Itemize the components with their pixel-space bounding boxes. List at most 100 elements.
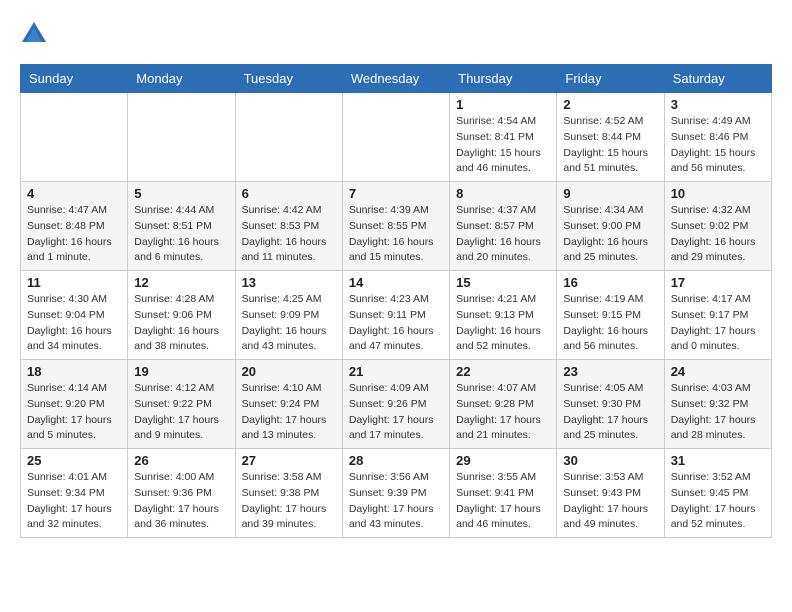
day-number: 19	[134, 364, 228, 379]
day-info: Sunrise: 3:55 AM Sunset: 9:41 PM Dayligh…	[456, 470, 550, 533]
day-number: 25	[27, 453, 121, 468]
day-info: Sunrise: 4:10 AM Sunset: 9:24 PM Dayligh…	[242, 381, 336, 444]
day-number: 1	[456, 97, 550, 112]
day-number: 29	[456, 453, 550, 468]
day-number: 7	[349, 186, 443, 201]
calendar-cell: 31 Sunrise: 3:52 AM Sunset: 9:45 PM Dayli…	[664, 449, 771, 538]
day-number: 5	[134, 186, 228, 201]
day-number: 15	[456, 275, 550, 290]
calendar-cell: 26 Sunrise: 4:00 AM Sunset: 9:36 PM Dayli…	[128, 449, 235, 538]
day-info: Sunrise: 4:25 AM Sunset: 9:09 PM Dayligh…	[242, 292, 336, 355]
logo-icon	[20, 20, 48, 48]
day-number: 28	[349, 453, 443, 468]
header-day-wednesday: Wednesday	[342, 65, 449, 93]
day-info: Sunrise: 4:28 AM Sunset: 9:06 PM Dayligh…	[134, 292, 228, 355]
day-number: 22	[456, 364, 550, 379]
day-number: 14	[349, 275, 443, 290]
calendar-cell: 18 Sunrise: 4:14 AM Sunset: 9:20 PM Dayli…	[21, 360, 128, 449]
calendar-cell: 10 Sunrise: 4:32 AM Sunset: 9:02 PM Dayli…	[664, 182, 771, 271]
day-number: 6	[242, 186, 336, 201]
calendar-cell: 5 Sunrise: 4:44 AM Sunset: 8:51 PM Daylig…	[128, 182, 235, 271]
header-day-saturday: Saturday	[664, 65, 771, 93]
day-info: Sunrise: 4:37 AM Sunset: 8:57 PM Dayligh…	[456, 203, 550, 266]
day-info: Sunrise: 4:07 AM Sunset: 9:28 PM Dayligh…	[456, 381, 550, 444]
calendar-cell: 4 Sunrise: 4:47 AM Sunset: 8:48 PM Daylig…	[21, 182, 128, 271]
header-day-thursday: Thursday	[450, 65, 557, 93]
day-info: Sunrise: 4:14 AM Sunset: 9:20 PM Dayligh…	[27, 381, 121, 444]
day-number: 13	[242, 275, 336, 290]
calendar-cell: 9 Sunrise: 4:34 AM Sunset: 9:00 PM Daylig…	[557, 182, 664, 271]
calendar-cell: 25Sunrise: 4:01 AM Sunset: 9:34 PM Dayli…	[21, 449, 128, 538]
calendar-week-row: 18 Sunrise: 4:14 AM Sunset: 9:20 PM Dayli…	[21, 360, 772, 449]
calendar-week-row: 25Sunrise: 4:01 AM Sunset: 9:34 PM Dayli…	[21, 449, 772, 538]
day-number: 17	[671, 275, 765, 290]
day-number: 31	[671, 453, 765, 468]
day-number: 10	[671, 186, 765, 201]
header-day-sunday: Sunday	[21, 65, 128, 93]
day-info: Sunrise: 4:49 AM Sunset: 8:46 PM Dayligh…	[671, 114, 765, 177]
day-info: Sunrise: 3:53 AM Sunset: 9:43 PM Dayligh…	[563, 470, 657, 533]
day-info: Sunrise: 4:44 AM Sunset: 8:51 PM Dayligh…	[134, 203, 228, 266]
day-info: Sunrise: 3:52 AM Sunset: 9:45 PM Dayligh…	[671, 470, 765, 533]
day-number: 16	[563, 275, 657, 290]
day-number: 23	[563, 364, 657, 379]
day-info: Sunrise: 4:12 AM Sunset: 9:22 PM Dayligh…	[134, 381, 228, 444]
calendar-week-row: 11 Sunrise: 4:30 AM Sunset: 9:04 PM Dayli…	[21, 271, 772, 360]
calendar-cell: 7 Sunrise: 4:39 AM Sunset: 8:55 PM Daylig…	[342, 182, 449, 271]
calendar-cell	[342, 93, 449, 182]
day-info: Sunrise: 4:30 AM Sunset: 9:04 PM Dayligh…	[27, 292, 121, 355]
day-number: 2	[563, 97, 657, 112]
logo	[20, 20, 50, 48]
day-info: Sunrise: 4:54 AM Sunset: 8:41 PM Dayligh…	[456, 114, 550, 177]
header-day-monday: Monday	[128, 65, 235, 93]
header-day-friday: Friday	[557, 65, 664, 93]
day-number: 12	[134, 275, 228, 290]
calendar-cell: 23 Sunrise: 4:05 AM Sunset: 9:30 PM Dayli…	[557, 360, 664, 449]
day-number: 27	[242, 453, 336, 468]
calendar-cell: 20 Sunrise: 4:10 AM Sunset: 9:24 PM Dayli…	[235, 360, 342, 449]
calendar-week-row: 4 Sunrise: 4:47 AM Sunset: 8:48 PM Daylig…	[21, 182, 772, 271]
day-number: 26	[134, 453, 228, 468]
day-info: Sunrise: 4:00 AM Sunset: 9:36 PM Dayligh…	[134, 470, 228, 533]
calendar-cell: 19 Sunrise: 4:12 AM Sunset: 9:22 PM Dayli…	[128, 360, 235, 449]
calendar-cell: 15 Sunrise: 4:21 AM Sunset: 9:13 PM Dayli…	[450, 271, 557, 360]
calendar-cell	[21, 93, 128, 182]
day-info: Sunrise: 4:42 AM Sunset: 8:53 PM Dayligh…	[242, 203, 336, 266]
calendar-cell: 28Sunrise: 3:56 AM Sunset: 9:39 PM Dayli…	[342, 449, 449, 538]
day-info: Sunrise: 4:32 AM Sunset: 9:02 PM Dayligh…	[671, 203, 765, 266]
calendar-cell: 27Sunrise: 3:58 AM Sunset: 9:38 PM Dayli…	[235, 449, 342, 538]
day-info: Sunrise: 4:03 AM Sunset: 9:32 PM Dayligh…	[671, 381, 765, 444]
header-day-tuesday: Tuesday	[235, 65, 342, 93]
day-number: 8	[456, 186, 550, 201]
calendar-cell: 17Sunrise: 4:17 AM Sunset: 9:17 PM Dayli…	[664, 271, 771, 360]
day-number: 30	[563, 453, 657, 468]
day-info: Sunrise: 4:34 AM Sunset: 9:00 PM Dayligh…	[563, 203, 657, 266]
day-number: 24	[671, 364, 765, 379]
calendar-cell: 29 Sunrise: 3:55 AM Sunset: 9:41 PM Dayli…	[450, 449, 557, 538]
day-info: Sunrise: 4:21 AM Sunset: 9:13 PM Dayligh…	[456, 292, 550, 355]
calendar-cell: 2 Sunrise: 4:52 AM Sunset: 8:44 PM Daylig…	[557, 93, 664, 182]
calendar-cell: 8 Sunrise: 4:37 AM Sunset: 8:57 PM Daylig…	[450, 182, 557, 271]
calendar-cell: 6 Sunrise: 4:42 AM Sunset: 8:53 PM Daylig…	[235, 182, 342, 271]
day-number: 20	[242, 364, 336, 379]
day-info: Sunrise: 4:39 AM Sunset: 8:55 PM Dayligh…	[349, 203, 443, 266]
day-number: 21	[349, 364, 443, 379]
calendar-cell: 30 Sunrise: 3:53 AM Sunset: 9:43 PM Dayli…	[557, 449, 664, 538]
day-number: 4	[27, 186, 121, 201]
day-number: 18	[27, 364, 121, 379]
day-info: Sunrise: 4:52 AM Sunset: 8:44 PM Dayligh…	[563, 114, 657, 177]
calendar-cell: 3 Sunrise: 4:49 AM Sunset: 8:46 PM Daylig…	[664, 93, 771, 182]
day-info: Sunrise: 4:05 AM Sunset: 9:30 PM Dayligh…	[563, 381, 657, 444]
calendar-cell: 14Sunrise: 4:23 AM Sunset: 9:11 PM Dayli…	[342, 271, 449, 360]
day-number: 9	[563, 186, 657, 201]
calendar-cell	[128, 93, 235, 182]
day-number: 3	[671, 97, 765, 112]
calendar-cell	[235, 93, 342, 182]
calendar-cell: 16Sunrise: 4:19 AM Sunset: 9:15 PM Dayli…	[557, 271, 664, 360]
calendar-cell: 13 Sunrise: 4:25 AM Sunset: 9:09 PM Dayli…	[235, 271, 342, 360]
calendar-cell: 1 Sunrise: 4:54 AM Sunset: 8:41 PM Daylig…	[450, 93, 557, 182]
day-info: Sunrise: 4:47 AM Sunset: 8:48 PM Dayligh…	[27, 203, 121, 266]
day-number: 11	[27, 275, 121, 290]
calendar-cell: 21Sunrise: 4:09 AM Sunset: 9:26 PM Dayli…	[342, 360, 449, 449]
calendar-cell: 24 Sunrise: 4:03 AM Sunset: 9:32 PM Dayli…	[664, 360, 771, 449]
